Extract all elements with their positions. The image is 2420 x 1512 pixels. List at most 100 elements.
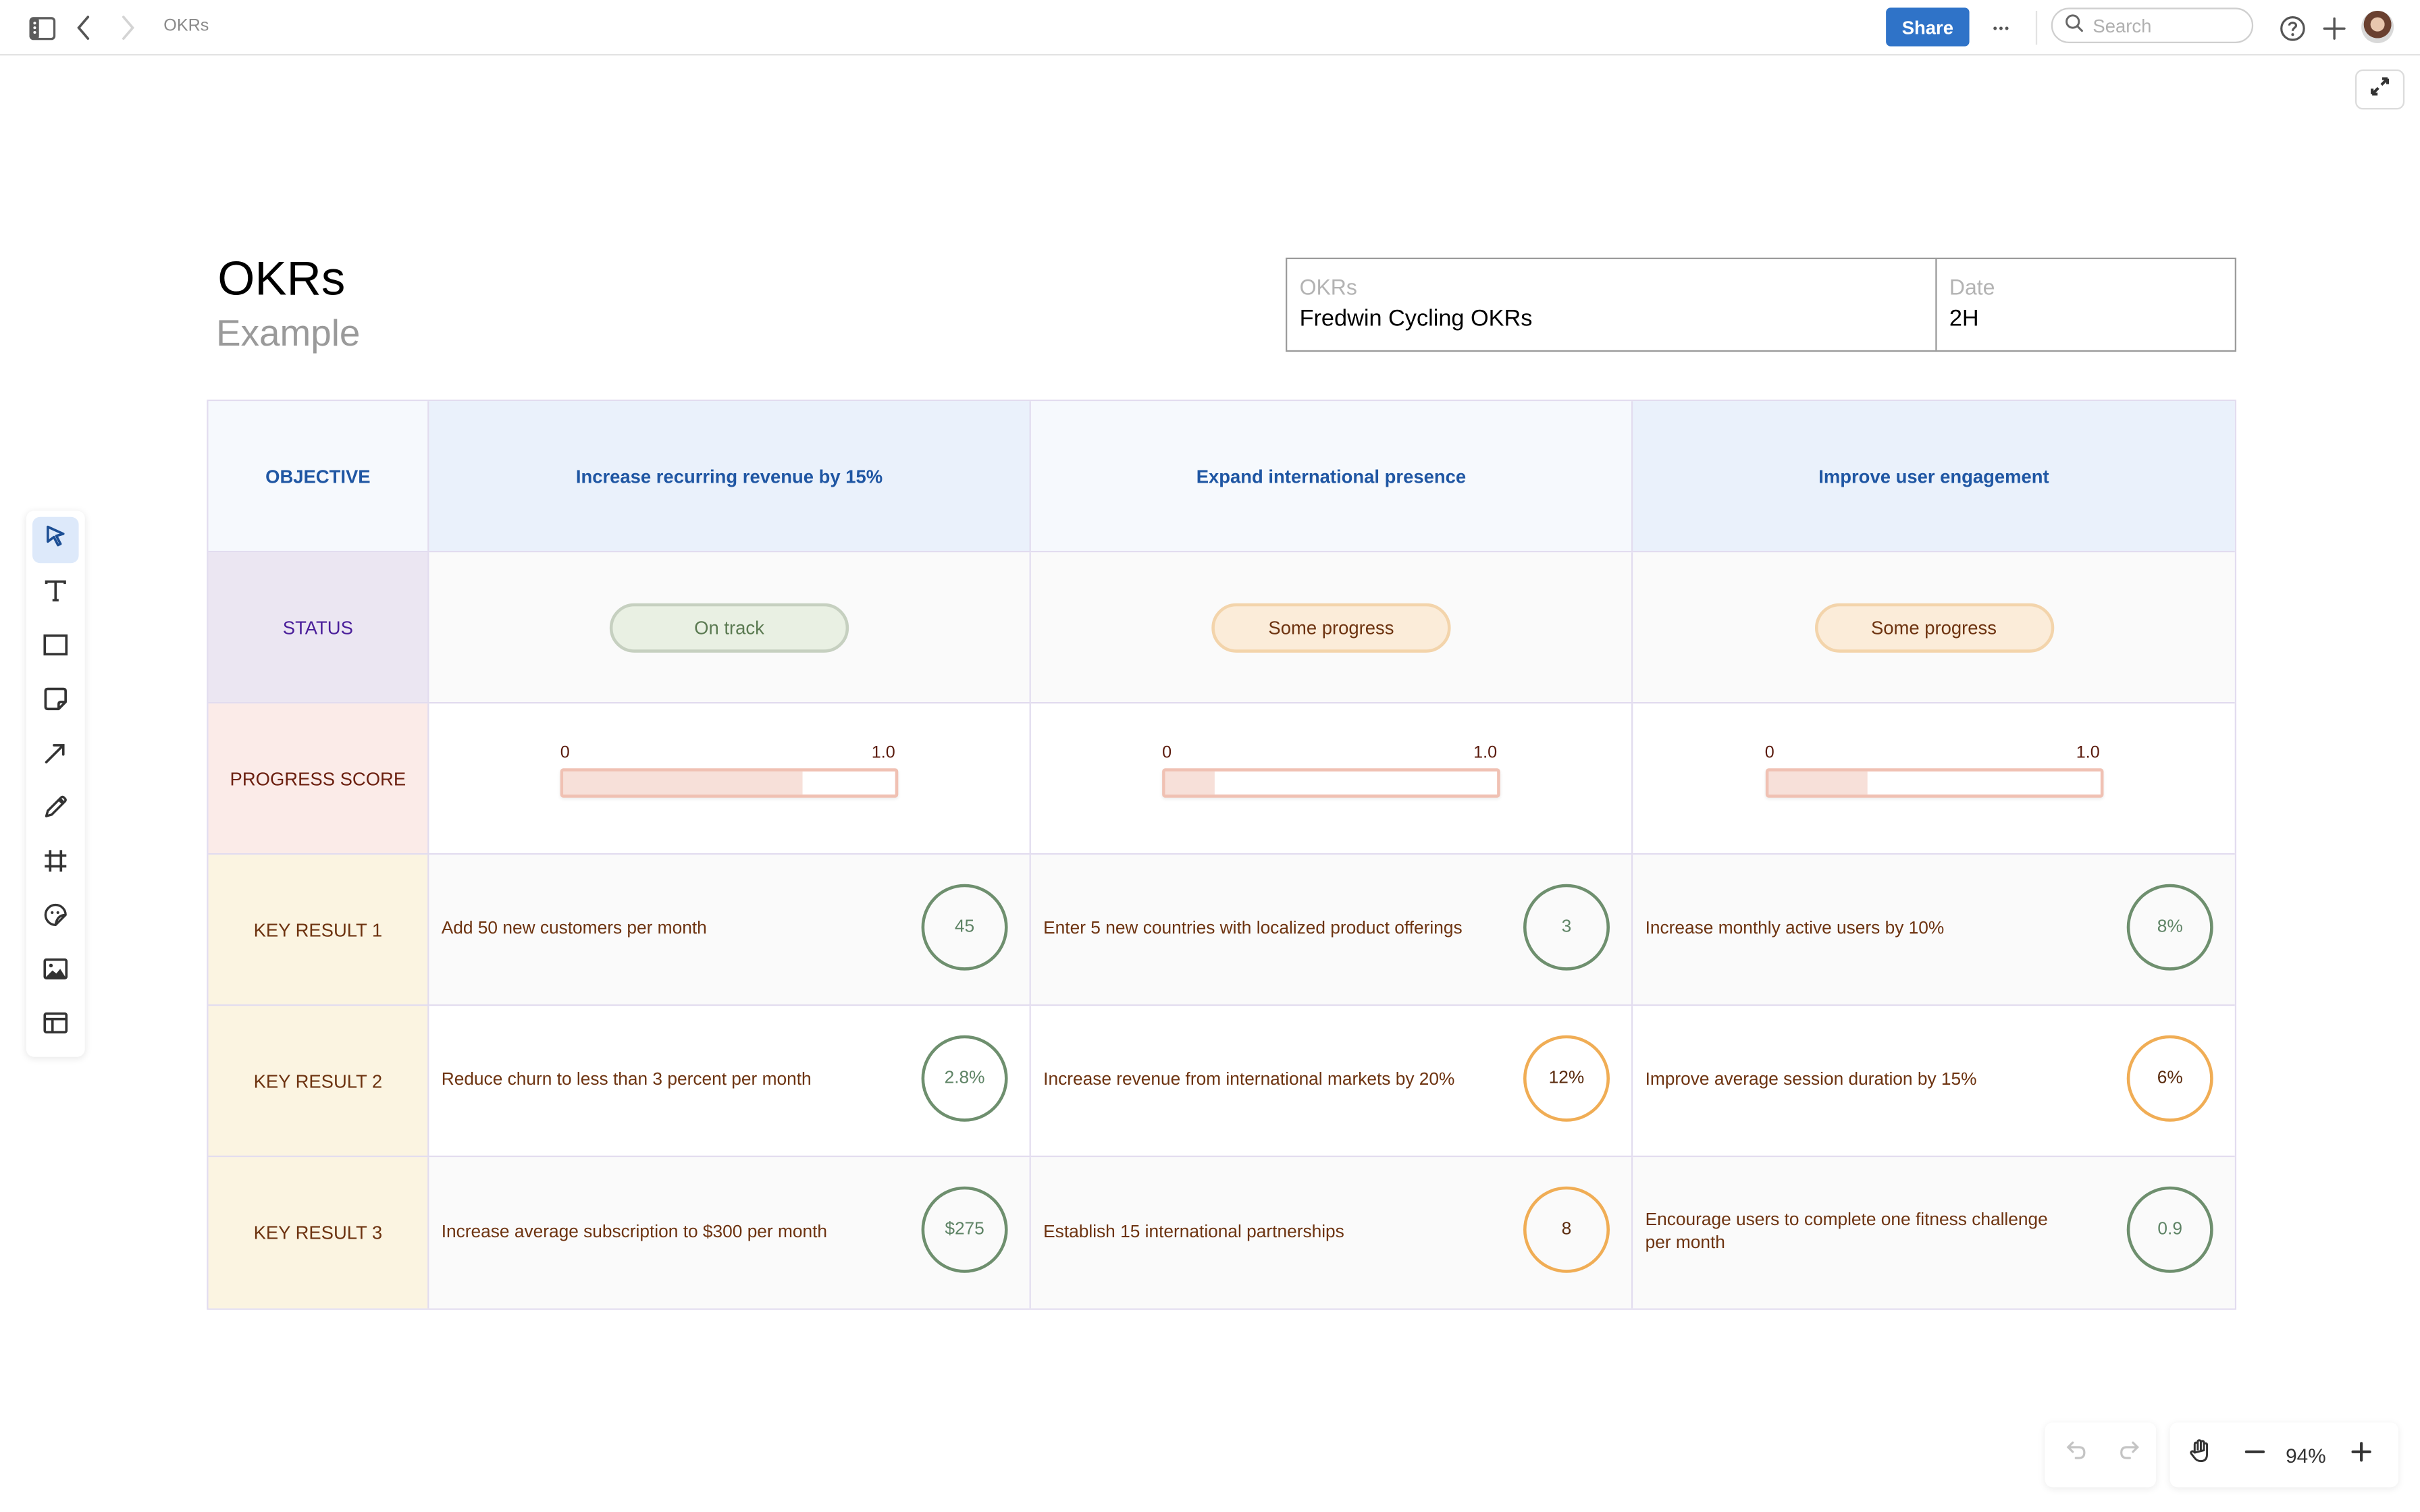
- zoom-in-button[interactable]: [2346, 1440, 2377, 1471]
- status-badge[interactable]: On track: [609, 602, 849, 652]
- add-icon[interactable]: [2318, 12, 2349, 43]
- progress-bar[interactable]: 0 1.0: [560, 743, 899, 805]
- progress-fill: [1768, 770, 1868, 794]
- search-icon: [2065, 11, 2083, 39]
- pan-tool-button[interactable]: [2186, 1438, 2217, 1472]
- key-result-cell[interactable]: Increase monthly active users by 10% 8%: [1633, 855, 2235, 1006]
- row-label-status: STATUS: [208, 552, 429, 704]
- key-result-value: 8: [1523, 1186, 1610, 1273]
- key-result-cell[interactable]: Enter 5 new countries with localized pro…: [1030, 855, 1633, 1006]
- row-label-key-result-2: KEY RESULT 2: [208, 1006, 429, 1158]
- progress-fill: [1165, 770, 1215, 794]
- tool-pen[interactable]: [32, 787, 79, 834]
- row-label-key-result-3: KEY RESULT 3: [208, 1157, 429, 1309]
- undo-button[interactable]: [2060, 1440, 2091, 1471]
- objective-cell[interactable]: Expand international presence: [1030, 401, 1633, 553]
- fullscreen-button[interactable]: [2355, 69, 2405, 110]
- key-result-text: Improve average session duration by 15%: [1645, 1071, 1977, 1089]
- objective-cell[interactable]: Increase recurring revenue by 15%: [429, 401, 1031, 553]
- hand-icon: [2188, 1438, 2213, 1472]
- progress-track: [1764, 767, 2103, 797]
- back-icon[interactable]: [68, 12, 99, 43]
- date-meta-label: Date: [1949, 274, 1995, 300]
- objective-title: Expand international presence: [1196, 465, 1467, 487]
- key-result-cell[interactable]: Add 50 new customers per month 45: [429, 855, 1031, 1006]
- key-result-cell[interactable]: Establish 15 international partnerships …: [1030, 1157, 1633, 1309]
- page-title: OKRs: [217, 251, 346, 306]
- tool-sticky-note[interactable]: [32, 679, 79, 726]
- user-avatar[interactable]: [2361, 10, 2394, 43]
- help-icon[interactable]: [2276, 12, 2307, 43]
- key-result-text: Increase average subscription to $300 pe…: [441, 1222, 828, 1241]
- key-result-cell[interactable]: Increase average subscription to $300 pe…: [429, 1157, 1031, 1309]
- more-options-button[interactable]: •••: [1984, 12, 2018, 43]
- status-cell: Some progress: [1633, 552, 2235, 704]
- status-cell: On track: [429, 552, 1031, 704]
- key-result-cell[interactable]: Encourage users to complete one fitness …: [1633, 1157, 2235, 1309]
- zoom-level[interactable]: 94%: [2286, 1444, 2326, 1467]
- tool-sticker[interactable]: [32, 895, 79, 942]
- arrow-icon: [43, 740, 68, 772]
- breadcrumb[interactable]: OKRs: [163, 17, 209, 35]
- redo-icon: [2117, 1440, 2140, 1471]
- key-result-text: Add 50 new customers per month: [441, 919, 707, 938]
- okr-table: OBJECTIVE Increase recurring revenue by …: [207, 399, 2236, 1310]
- pen-icon: [43, 794, 68, 826]
- minus-icon: [2244, 1440, 2265, 1469]
- progress-max-label: 1.0: [871, 742, 895, 761]
- status-badge[interactable]: Some progress: [1814, 602, 2054, 652]
- forward-icon[interactable]: [113, 12, 144, 43]
- sticky-note-icon: [43, 686, 68, 718]
- key-result-value: 45: [921, 884, 1008, 971]
- progress-bar[interactable]: 0 1.0: [1162, 743, 1500, 805]
- progress-min-label: 0: [1162, 742, 1172, 761]
- key-result-value: 0.9: [2126, 1186, 2213, 1273]
- redo-button[interactable]: [2113, 1440, 2144, 1471]
- sidebar-toggle-icon[interactable]: [26, 12, 57, 43]
- template-icon: [43, 1011, 68, 1040]
- date-meta-cell[interactable]: Date 2H: [1937, 259, 2235, 350]
- tool-shape[interactable]: [32, 625, 79, 672]
- tool-arrow[interactable]: [32, 733, 79, 780]
- status-badge[interactable]: Some progress: [1211, 602, 1451, 652]
- date-meta-value: 2H: [1949, 305, 1979, 332]
- tool-image[interactable]: [32, 949, 79, 996]
- frame-icon: [43, 848, 68, 880]
- progress-cell: 0 1.0: [429, 703, 1031, 855]
- divider: [2035, 10, 2038, 45]
- zoom-out-button[interactable]: [2240, 1440, 2271, 1471]
- row-label-objective: OBJECTIVE: [208, 401, 429, 553]
- text-icon: [43, 578, 68, 610]
- progress-track: [1162, 767, 1500, 797]
- status-cell: Some progress: [1030, 552, 1633, 704]
- objective-cell[interactable]: Improve user engagement: [1633, 401, 2235, 553]
- key-result-value: 8%: [2126, 884, 2213, 971]
- key-result-cell[interactable]: Reduce churn to less than 3 percent per …: [429, 1006, 1031, 1158]
- progress-max-label: 1.0: [2076, 742, 2100, 761]
- key-result-text: Enter 5 new countries with localized pro…: [1043, 919, 1463, 938]
- tool-select[interactable]: [32, 516, 79, 564]
- objective-title: Increase recurring revenue by 15%: [575, 465, 883, 487]
- key-result-value: 6%: [2126, 1035, 2213, 1122]
- key-result-value: 2.8%: [921, 1035, 1008, 1122]
- search-input[interactable]: [2089, 13, 2244, 38]
- progress-fill: [563, 770, 803, 794]
- tool-template[interactable]: [32, 1003, 79, 1050]
- key-result-value: $275: [921, 1186, 1008, 1273]
- progress-cell: 0 1.0: [1030, 703, 1633, 855]
- okrs-meta-value: Fredwin Cycling OKRs: [1299, 305, 1533, 332]
- undo-icon: [2064, 1440, 2087, 1471]
- share-button[interactable]: Share: [1886, 7, 1970, 47]
- zoom-controls: 94%: [2169, 1422, 2398, 1488]
- search-box[interactable]: [2051, 7, 2254, 43]
- okrs-meta-cell[interactable]: OKRs Fredwin Cycling OKRs: [1287, 259, 1937, 350]
- progress-min-label: 0: [560, 742, 570, 761]
- key-result-cell[interactable]: Improve average session duration by 15% …: [1633, 1006, 2235, 1158]
- tool-frame[interactable]: [32, 841, 79, 888]
- row-label-progress-score: PROGRESS SCORE: [208, 703, 429, 855]
- tool-text[interactable]: [32, 571, 79, 618]
- page-subtitle: Example: [215, 313, 361, 355]
- key-result-text: Increase monthly active users by 10%: [1645, 919, 1945, 938]
- key-result-cell[interactable]: Increase revenue from international mark…: [1030, 1006, 1633, 1158]
- progress-bar[interactable]: 0 1.0: [1764, 742, 2103, 805]
